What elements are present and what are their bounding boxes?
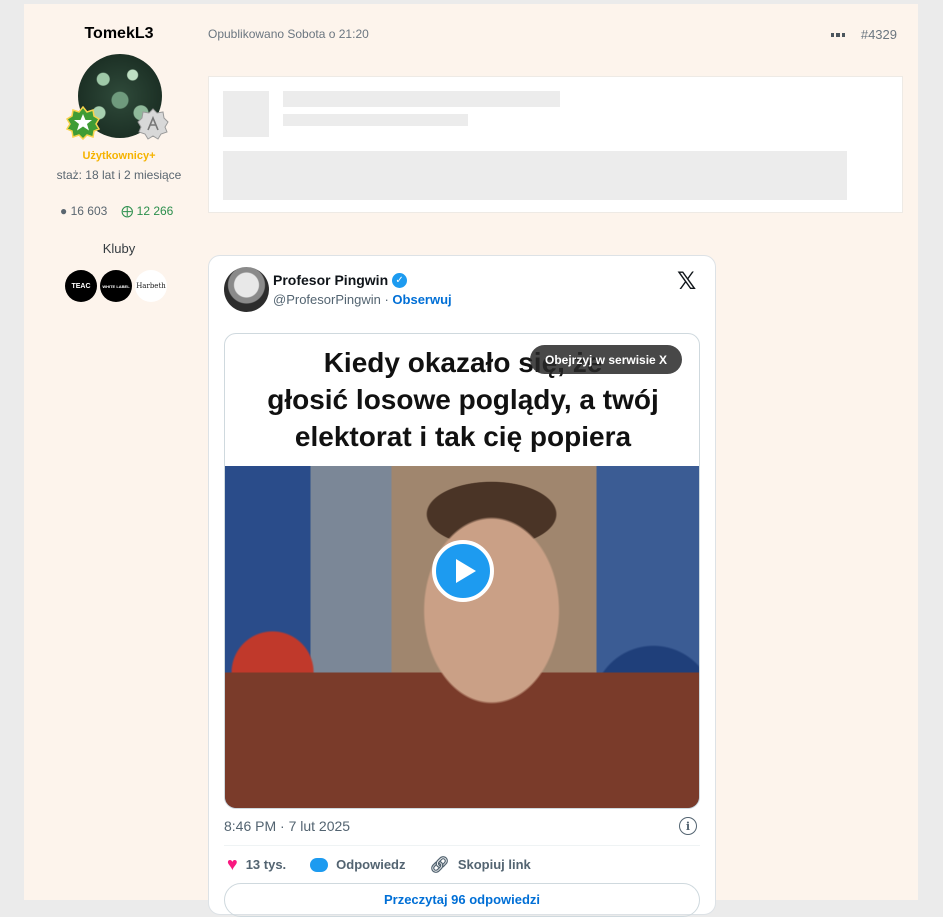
author-name[interactable]: TomekL3 [24, 25, 214, 43]
like-button[interactable]: ♥ 13 tys. [227, 854, 286, 875]
award-badge-icon [137, 108, 169, 140]
read-replies-button[interactable]: Przeczytaj 96 odpowiedzi [224, 883, 700, 917]
play-icon [456, 559, 476, 583]
skeleton-line [283, 114, 468, 126]
club-harbeth[interactable]: Harbeth [135, 270, 167, 302]
tweet-author-avatar[interactable] [224, 267, 269, 312]
reputation-value: 12 266 [136, 204, 174, 218]
x-logo-icon[interactable]: 𝕏 [677, 267, 696, 295]
rank-badge-icon [66, 106, 100, 140]
info-icon[interactable]: i [679, 817, 697, 835]
link-icon: 🔗︎ [429, 856, 450, 874]
post-count-value: 16 603 [70, 204, 108, 218]
verified-icon: ✓ [392, 272, 408, 288]
heart-icon: ♥ [227, 854, 238, 874]
tweet-author-name[interactable]: Profesor Pingwin ✓ [273, 272, 408, 288]
video-thumbnail [225, 466, 699, 808]
embedded-tweet: Profesor Pingwin ✓ @ProfesorPingwin · Ob… [208, 255, 716, 917]
caption-line: głosić losowe poglądy, a twój [267, 384, 659, 415]
loading-embed-placeholder [208, 76, 903, 213]
clubs-label: Kluby [102, 241, 136, 256]
post-tools: #4329 [830, 27, 897, 42]
forum-post: TomekL3 Użytkownicy+ staż: 18 lat i 2 mi… [24, 4, 918, 917]
more-dots-icon[interactable] [830, 32, 845, 37]
post-number[interactable]: #4329 [861, 27, 897, 42]
author-stats: ● 16 603 ⨁ 12 266 [60, 204, 173, 218]
reply-label: Odpowiedz [336, 857, 406, 872]
play-button[interactable] [432, 540, 494, 602]
reply-button[interactable]: Odpowiedz [310, 857, 406, 872]
user-group-label: Użytkownicy+ [82, 150, 156, 162]
club-white-label[interactable]: WHITE LABEL [100, 270, 132, 302]
skeleton-block [223, 151, 847, 200]
tweet-timestamp[interactable]: 8:46 PM · 7 lut 2025 [224, 818, 350, 834]
clubs-list: TEAC WHITE LABEL Harbeth [65, 270, 167, 302]
tweet-video[interactable]: Kiedy okazało się, że głosić losowe pogl… [224, 333, 700, 809]
copy-link-label: Skopiuj link [457, 857, 531, 872]
tweet-handle-text: @ProfesorPingwin · [273, 292, 393, 307]
reputation-count[interactable]: ⨁ 12 266 [121, 204, 173, 218]
skeleton-thumbnail [223, 91, 269, 137]
post-timestamp: Opublikowano Sobota o 21:20 [208, 27, 369, 41]
watch-on-x-button[interactable]: Obejrzyj w serwisie X [530, 345, 683, 374]
tweet-author-name-text: Profesor Pingwin [273, 272, 389, 288]
follow-link[interactable]: Obserwuj [392, 292, 451, 307]
tweet-actions: ♥ 13 tys. Odpowiedz 🔗︎ Skopiuj link [227, 854, 531, 875]
post-count: ● 16 603 [60, 204, 107, 218]
tweet-author-handle: @ProfesorPingwin · Obserwuj [273, 292, 452, 307]
reply-bubble-icon [310, 857, 329, 872]
caption-line: elektorat i tak cię popiera [294, 421, 632, 452]
comment-icon: ● [60, 204, 68, 218]
plus-circle-icon: ⨁ [121, 204, 134, 218]
copy-link-button[interactable]: 🔗︎ Skopiuj link [430, 855, 531, 875]
membership-tenure: staż: 18 lat i 2 miesiące [56, 168, 182, 182]
skeleton-line [283, 91, 560, 107]
divider [224, 845, 700, 846]
like-count: 13 tys. [245, 857, 287, 872]
club-teac[interactable]: TEAC [65, 270, 97, 302]
